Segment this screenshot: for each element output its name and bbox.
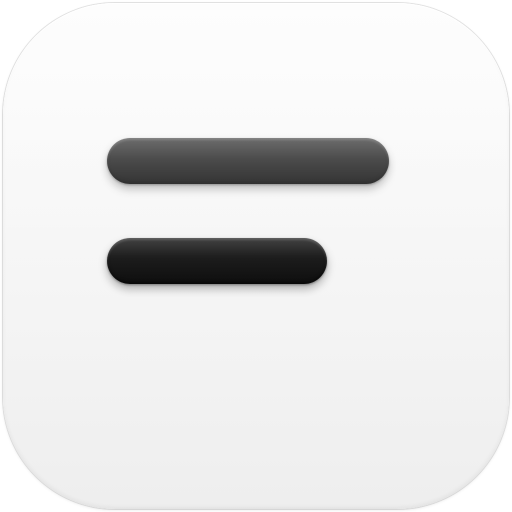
text-line-short-icon [107, 238, 327, 284]
app-icon[interactable] [3, 3, 509, 509]
text-line-long-icon [107, 138, 389, 184]
icon-canvas [0, 0, 512, 512]
